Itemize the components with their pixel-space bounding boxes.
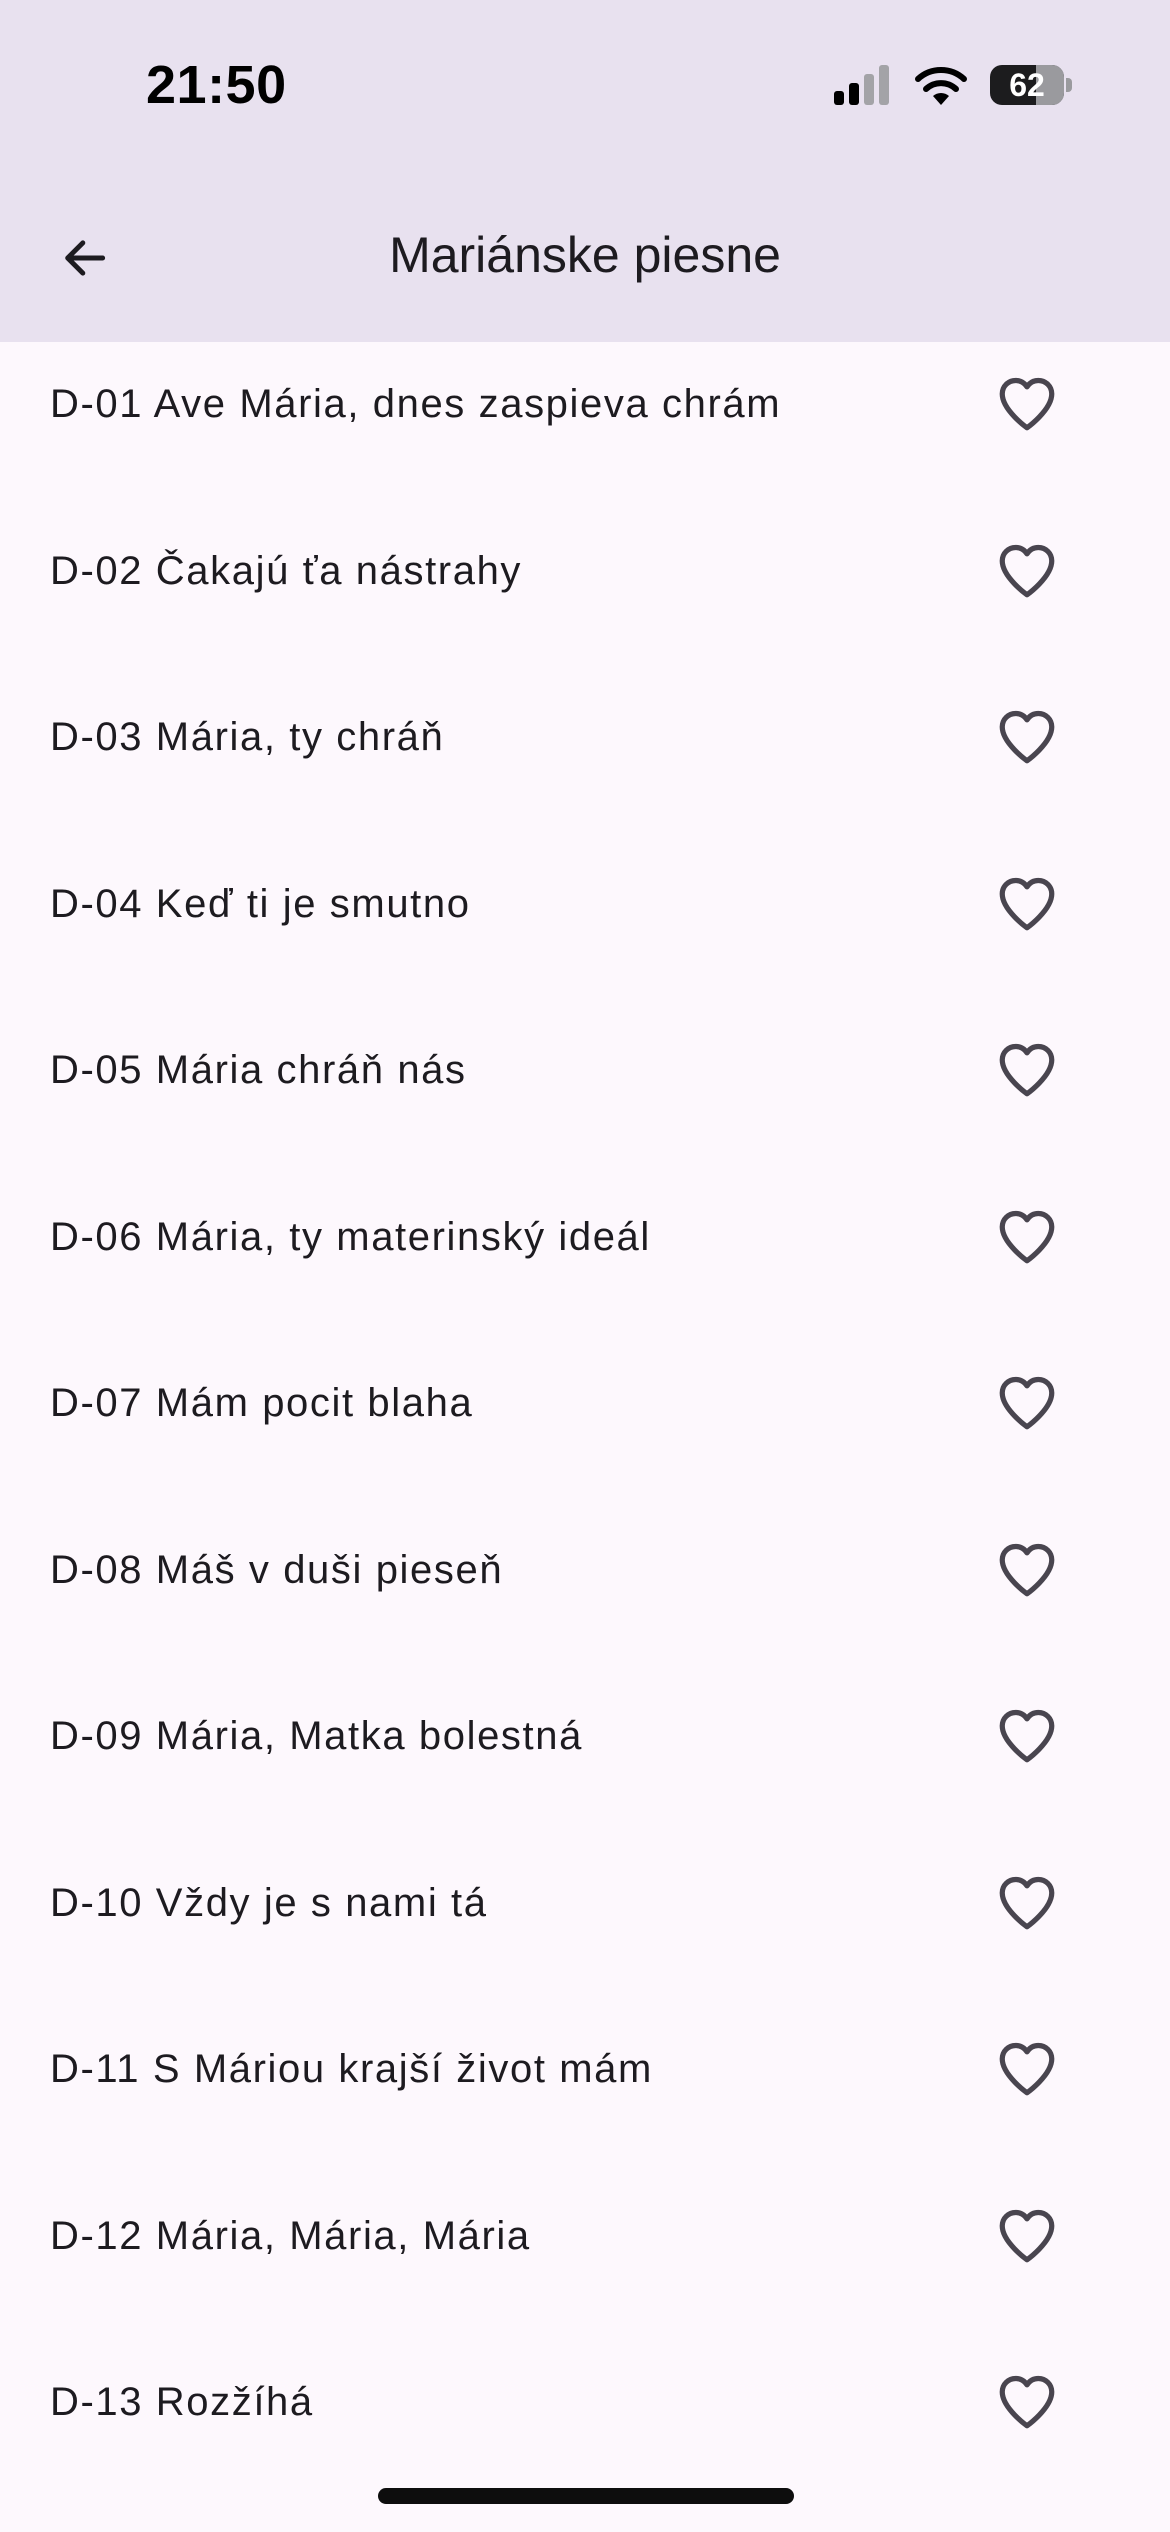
status-time: 21:50 xyxy=(146,55,287,115)
favorite-heart-icon[interactable] xyxy=(994,1536,1060,1602)
song-list-item[interactable]: D-10 Vždy je s nami tá xyxy=(0,1841,1170,2008)
favorite-heart-icon[interactable] xyxy=(994,870,1060,936)
home-indicator[interactable] xyxy=(378,2488,794,2504)
song-list-item[interactable]: D-12 Mária, Mária, Mária xyxy=(0,2174,1170,2341)
favorite-heart-icon[interactable] xyxy=(994,370,1060,436)
favorite-heart-icon[interactable] xyxy=(994,1702,1060,1768)
favorite-heart-icon[interactable] xyxy=(994,2368,1060,2434)
song-title: D-13 Rozžíhá xyxy=(50,2380,314,2424)
song-list-item[interactable]: D-02 Čakajú ťa nástrahy xyxy=(0,509,1170,676)
battery-cap xyxy=(1066,78,1072,92)
favorite-heart-icon[interactable] xyxy=(994,537,1060,603)
favorite-heart-icon[interactable] xyxy=(994,1036,1060,1102)
favorite-heart-icon[interactable] xyxy=(994,1203,1060,1269)
song-title: D-08 Máš v duši pieseň xyxy=(50,1547,504,1592)
song-title: D-12 Mária, Mária, Mária xyxy=(50,2213,531,2258)
song-title: D-07 Mám pocit blaha xyxy=(50,1381,474,1425)
app-header: 21:50 62 Mariánske piesne xyxy=(0,0,1170,342)
song-title: D-02 Čakajú ťa nástrahy xyxy=(50,548,523,593)
song-title: D-06 Mária, ty materinský ideál xyxy=(50,1214,651,1259)
favorite-heart-icon[interactable] xyxy=(994,1369,1060,1435)
song-list-item[interactable]: D-07 Mám pocit blaha xyxy=(0,1341,1170,1508)
song-title: D-01 Ave Mária, dnes zaspieva chrám xyxy=(50,382,782,426)
song-list-item[interactable]: D-13 Rozžíhá xyxy=(0,2340,1170,2507)
song-list-item[interactable]: D-11 S Máriou krajší život mám xyxy=(0,2007,1170,2174)
favorite-heart-icon[interactable] xyxy=(994,2202,1060,2268)
song-title: D-04 Keď ti je smutno xyxy=(50,881,471,926)
song-list-item[interactable]: D-05 Mária chráň nás xyxy=(0,1008,1170,1175)
battery-icon: 62 xyxy=(990,65,1064,105)
song-list-item[interactable]: D-03 Mária, ty chráň xyxy=(0,675,1170,842)
song-list-item[interactable]: D-04 Keď ti je smutno xyxy=(0,842,1170,1009)
battery-level: 62 xyxy=(1009,67,1045,103)
song-title: D-11 S Máriou krajší život mám xyxy=(50,2047,653,2091)
song-title: D-09 Mária, Matka bolestná xyxy=(50,1714,583,1758)
wifi-icon xyxy=(915,67,967,105)
song-list-item[interactable]: D-01 Ave Mária, dnes zaspieva chrám xyxy=(0,342,1170,509)
cellular-signal-icon xyxy=(834,65,889,105)
favorite-heart-icon[interactable] xyxy=(994,1869,1060,1935)
favorite-heart-icon[interactable] xyxy=(994,703,1060,769)
song-title: D-03 Mária, ty chráň xyxy=(50,715,445,759)
song-list-item[interactable]: D-08 Máš v duši pieseň xyxy=(0,1508,1170,1675)
song-list-item[interactable]: D-09 Mária, Matka bolestná xyxy=(0,1674,1170,1841)
song-title: D-05 Mária chráň nás xyxy=(50,1048,467,1092)
song-title: D-10 Vždy je s nami tá xyxy=(50,1880,488,1925)
page-title: Mariánske piesne xyxy=(389,227,781,283)
favorite-heart-icon[interactable] xyxy=(994,2035,1060,2101)
song-list-item[interactable]: D-06 Mária, ty materinský ideál xyxy=(0,1175,1170,1342)
song-list: D-01 Ave Mária, dnes zaspieva chrám D-02 … xyxy=(0,342,1170,2507)
status-icons: 62 xyxy=(834,60,1072,110)
